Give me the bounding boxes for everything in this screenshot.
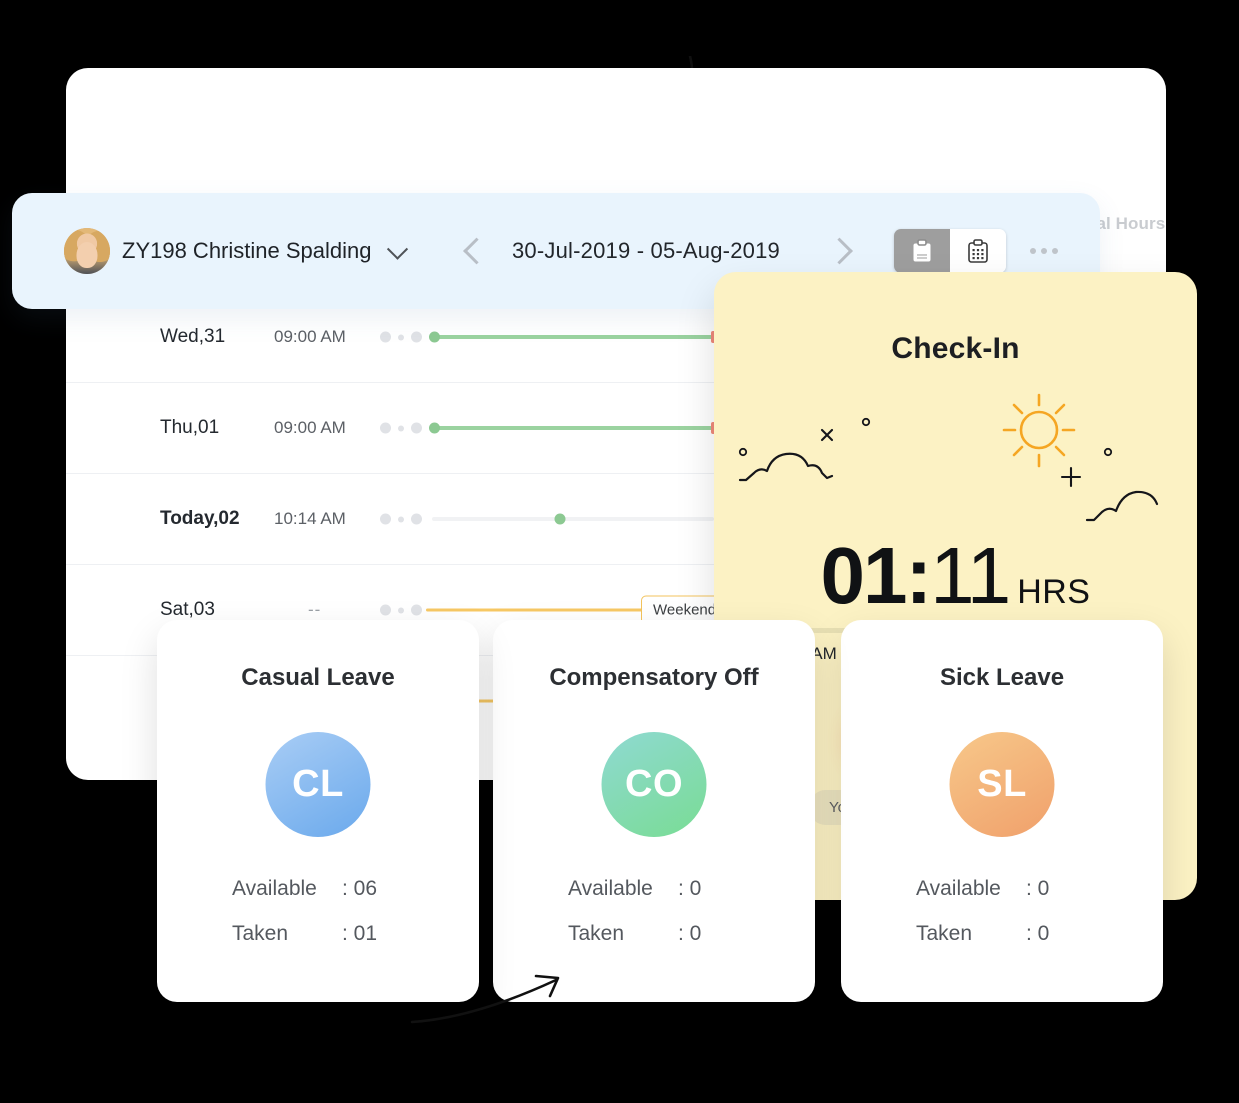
row-day: Wed,31	[160, 326, 226, 347]
row-day: Today,02	[160, 508, 240, 529]
chevron-right-icon[interactable]	[826, 237, 853, 265]
row-worked-bar	[432, 426, 714, 430]
elapsed-hours: 01	[820, 531, 908, 620]
screenshot-stage: Check-in Check-out Total Hours Wed,31 09…	[0, 0, 1239, 1103]
chevron-left-icon[interactable]	[463, 237, 490, 265]
row-status-dots	[380, 422, 422, 434]
leave-available: Available: 0	[568, 877, 702, 900]
ellipsis-icon[interactable]	[1030, 248, 1058, 254]
row-checkin-time: 09:00 AM	[274, 418, 346, 437]
elapsed-minutes: 11	[930, 531, 1011, 620]
cloud-icon	[738, 452, 834, 482]
view-toggle	[894, 229, 1006, 273]
dot-circle-icon	[861, 417, 871, 427]
leave-card-sick[interactable]: Sick Leave SL Available: 0 Taken: 0	[841, 620, 1163, 1002]
employee-name: ZY198 Christine Spalding	[122, 238, 372, 263]
leave-available: Available: 06	[232, 877, 378, 900]
sun-icon	[1002, 393, 1076, 468]
check-in-title: Check-In	[891, 332, 1020, 365]
date-range-label[interactable]: 30-Jul-2019 - 05-Aug-2019	[512, 238, 780, 264]
row-status-dots	[380, 331, 422, 343]
dot-circle-icon	[1103, 447, 1113, 457]
row-status-dots	[380, 513, 422, 525]
row-checkin-time: 09:00 AM	[274, 327, 346, 346]
row-progress-knob	[554, 513, 566, 525]
row-checkin-time: --	[308, 600, 322, 619]
avatar	[64, 228, 110, 274]
cloud-icon	[1085, 490, 1159, 522]
leave-code-badge: CL	[265, 732, 371, 837]
row-day: Sat,03	[160, 599, 215, 620]
row-progress-bar	[432, 513, 714, 525]
row-day: Thu,01	[160, 417, 220, 438]
leave-available: Available: 0	[916, 877, 1050, 900]
row-worked-bar	[432, 335, 714, 339]
leave-card-title: Casual Leave	[241, 664, 395, 691]
dot-circle-icon	[738, 447, 748, 457]
leave-code-badge: CO	[601, 732, 707, 837]
pointer-arrow-bottom-icon	[410, 974, 560, 1024]
chevron-down-icon[interactable]	[386, 238, 409, 260]
row-status-dots	[380, 604, 422, 616]
clipboard-list-icon[interactable]	[894, 229, 950, 273]
elapsed-unit: HRS	[1017, 573, 1091, 611]
leave-code-badge: SL	[949, 732, 1055, 837]
leave-card-title: Sick Leave	[939, 664, 1065, 691]
elapsed-timer: 01:11 HRS	[820, 531, 1091, 620]
row-checkin-time: 10:14 AM	[274, 509, 346, 528]
leave-card-title: Compensatory Off	[549, 664, 759, 691]
leave-taken: Taken: 0	[916, 922, 1050, 945]
calendar-grid-icon[interactable]	[950, 229, 1006, 273]
weather-doodle	[738, 393, 1159, 522]
